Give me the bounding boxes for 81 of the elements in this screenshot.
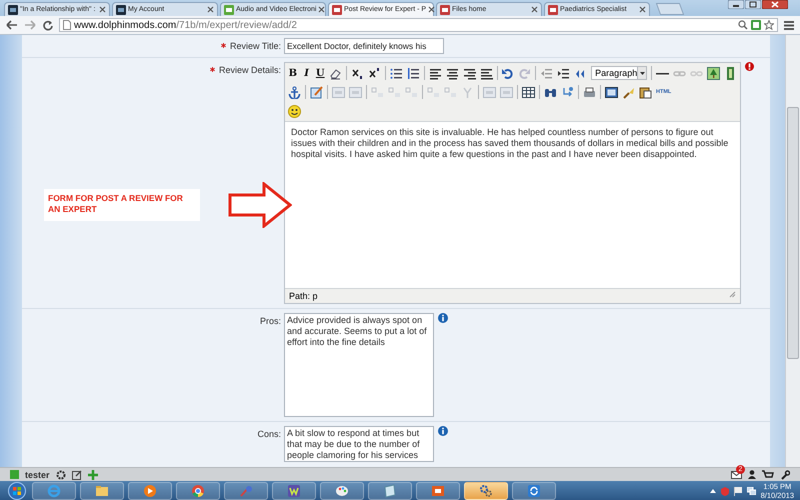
underline-button[interactable]: U [315, 68, 326, 78]
element-path: Path: p [289, 291, 318, 301]
palette-icon[interactable] [335, 484, 349, 498]
close-icon[interactable] [639, 6, 646, 13]
minimize-icon[interactable] [728, 0, 744, 9]
url-text: www.dolphinmods.com/71b/m/expert/review/add/2 [74, 20, 297, 30]
field-label: Review Title: [230, 41, 281, 51]
favicon-icon [8, 4, 18, 14]
tray-arrow-icon[interactable] [710, 489, 716, 493]
sync-icon[interactable] [527, 484, 541, 498]
close-icon[interactable] [531, 6, 538, 13]
resize-grip-icon[interactable] [729, 291, 736, 298]
close-icon[interactable] [207, 6, 214, 13]
status-square-icon [10, 470, 19, 479]
print-icon[interactable] [583, 86, 596, 98]
fullscreen-icon[interactable] [605, 86, 618, 98]
start-button[interactable] [6, 482, 28, 500]
justify-icon[interactable] [480, 66, 493, 80]
superscript-icon[interactable] [368, 66, 381, 80]
undo-icon[interactable] [501, 66, 514, 80]
format-dropdown[interactable]: Paragraph [591, 66, 648, 80]
media-player-icon[interactable] [143, 484, 157, 498]
cons-field[interactable]: A bit slow to respond at times but that may be due to the number of people clamoring for his services [284, 426, 434, 462]
bullet-list-icon[interactable] [390, 66, 403, 80]
wrench-icon[interactable] [780, 470, 790, 480]
close-icon[interactable] [318, 6, 326, 13]
subscript-icon[interactable] [350, 66, 364, 80]
star-icon[interactable] [764, 20, 774, 30]
editor-text[interactable]: Doctor Ramon services on this site is invaluable. He has helped countless number of persons to figure out issues with their children and in the process has saved them thousands of dollars in medical bills and possible hospital visits. I have asked him quite a few questions in the past and I have never been disappointed. [285, 122, 740, 288]
scrollbar-thumb[interactable] [787, 107, 799, 359]
align-right-icon[interactable] [462, 66, 476, 80]
extension-icon[interactable] [751, 20, 761, 30]
w-app-icon[interactable] [287, 484, 301, 498]
error-icon [745, 62, 754, 71]
network-icon[interactable] [746, 487, 756, 495]
page-icon [63, 20, 71, 30]
field-label: Pros: [260, 316, 281, 326]
field-label: Review Details: [218, 65, 281, 75]
eraser-icon[interactable] [329, 66, 342, 80]
person-icon[interactable] [748, 470, 756, 479]
annotation-text: FORM FOR POST A REVIEW FOR AN EXPERT [44, 189, 200, 221]
replace-icon[interactable] [561, 86, 574, 98]
review-title-field[interactable]: Excellent Doctor, definitely knows his [284, 38, 444, 54]
close-icon[interactable] [99, 6, 106, 13]
zoom-icon [738, 20, 748, 30]
back-icon[interactable] [6, 20, 18, 30]
office-icon[interactable] [431, 484, 445, 498]
flag-icon[interactable] [734, 486, 742, 496]
username[interactable]: tester [25, 470, 50, 480]
chrome-icon[interactable] [191, 484, 205, 498]
anchor-icon[interactable] [288, 86, 301, 98]
pros-field[interactable]: Advice provided is always spot on and accurate. Seems to put a lot of effort into the fine details [284, 313, 434, 417]
notepad-icon[interactable] [383, 484, 397, 498]
field-label: Cons: [257, 429, 281, 439]
smiley-icon[interactable] [288, 104, 301, 118]
close-icon[interactable] [762, 0, 788, 9]
caret-icon [640, 72, 645, 74]
indent-icon[interactable] [557, 66, 570, 80]
align-left-icon[interactable] [428, 66, 442, 80]
cleanup-icon[interactable] [622, 86, 635, 98]
paste-icon[interactable] [639, 86, 652, 98]
folder-icon[interactable] [95, 484, 109, 498]
favicon-icon [116, 4, 126, 14]
reload-icon[interactable] [42, 20, 53, 30]
numbered-list-icon[interactable] [406, 66, 420, 80]
menu-icon[interactable] [784, 20, 794, 30]
maximize-icon[interactable] [745, 0, 761, 9]
info-icon [438, 313, 448, 323]
cart-icon[interactable] [762, 470, 774, 479]
settings-icon[interactable] [479, 484, 493, 498]
address-bar[interactable]: www.dolphinmods.com/71b/m/expert/review/add/2 [59, 18, 778, 32]
image-icon[interactable] [707, 66, 720, 80]
close-icon[interactable] [428, 6, 436, 13]
settings-icon[interactable] [56, 470, 66, 480]
align-center-icon[interactable] [446, 66, 459, 80]
edit-icon[interactable] [310, 86, 323, 98]
bold-button[interactable]: B [288, 68, 298, 78]
italic-button[interactable]: I [302, 68, 312, 78]
edit-icon[interactable] [72, 470, 82, 480]
info-icon [438, 426, 448, 436]
table-icon[interactable] [522, 86, 535, 98]
